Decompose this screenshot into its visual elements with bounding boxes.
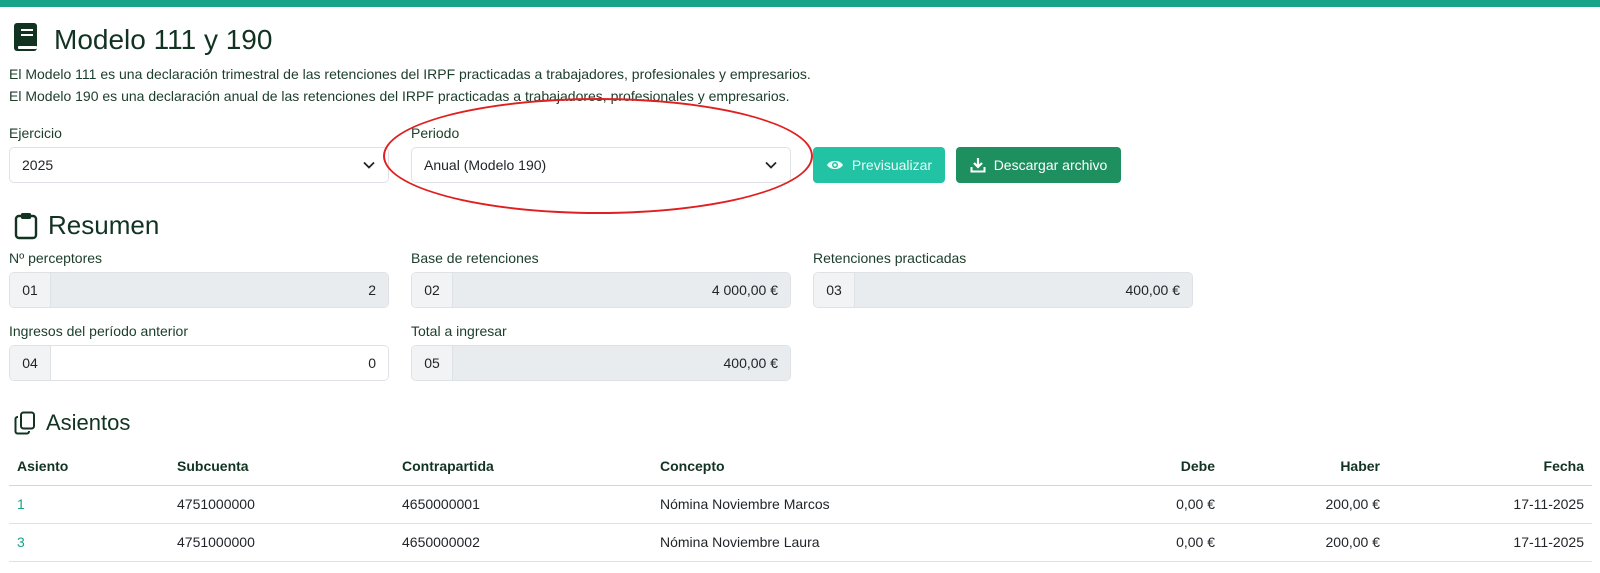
eye-icon [826, 160, 843, 170]
contrapartida-cell: 4650000002 [394, 523, 652, 562]
subcuenta-cell: 4751000000 [169, 485, 394, 524]
clipboard-icon [14, 212, 38, 239]
field-code: 01 [10, 273, 51, 307]
book-icon [12, 22, 40, 57]
copy-icon [14, 411, 35, 435]
asiento-link[interactable]: 3 [17, 534, 25, 550]
base-retenciones-value: 4 000,00 € [453, 273, 790, 307]
download-icon [970, 158, 986, 173]
column-concepto[interactable]: Concepto [652, 447, 982, 486]
field-code: 04 [10, 346, 51, 380]
asientos-table: Asiento Subcuenta Contrapartida Concepto… [9, 447, 1592, 562]
ingresos-periodo-anterior-value[interactable]: 0 [51, 346, 388, 380]
total-ingresar-value: 400,00 € [453, 346, 790, 380]
periodo-value: Anual (Modelo 190) [424, 157, 547, 173]
base-retenciones-label: Base de retenciones [411, 250, 539, 266]
chevron-down-icon [765, 161, 777, 169]
column-fecha[interactable]: Fecha [1388, 447, 1592, 486]
retenciones-practicadas-field: 03 400,00 € [813, 272, 1193, 308]
column-asiento[interactable]: Asiento [9, 447, 169, 486]
column-subcuenta[interactable]: Subcuenta [169, 447, 394, 486]
base-retenciones-field: 02 4 000,00 € [411, 272, 791, 308]
resumen-title: Resumen [48, 210, 160, 240]
subcuenta-cell: 4751000000 [169, 523, 394, 562]
perceptores-label: Nº perceptores [9, 250, 103, 266]
ejercicio-select[interactable]: 2025 [9, 147, 389, 183]
total-ingresar-label: Total a ingresar [411, 323, 507, 339]
ingresos-periodo-anterior-label: Ingresos del período anterior [9, 323, 188, 339]
description-modelo-190: El Modelo 190 es una declaración anual d… [9, 88, 790, 104]
ingresos-periodo-anterior-input[interactable]: 04 0 [9, 345, 389, 381]
concepto-cell: Nómina Noviembre Marcos [652, 485, 982, 524]
contrapartida-cell: 4650000001 [394, 485, 652, 524]
field-code: 05 [412, 346, 453, 380]
table-header-row: Asiento Subcuenta Contrapartida Concepto… [9, 447, 1592, 486]
fecha-cell: 17-11-2025 [1388, 523, 1592, 562]
perceptores-field: 01 2 [9, 272, 389, 308]
ejercicio-label: Ejercicio [9, 125, 62, 141]
column-debe[interactable]: Debe [982, 447, 1223, 486]
retenciones-practicadas-value: 400,00 € [855, 273, 1192, 307]
page-header: Modelo 111 y 190 [12, 22, 272, 57]
column-haber[interactable]: Haber [1223, 447, 1388, 486]
perceptores-value: 2 [51, 273, 388, 307]
ejercicio-value: 2025 [22, 157, 54, 173]
description-modelo-111: El Modelo 111 es una declaración trimest… [9, 66, 811, 82]
retenciones-practicadas-label: Retenciones practicadas [813, 250, 967, 266]
fecha-cell: 17-11-2025 [1388, 485, 1592, 524]
concepto-cell: Nómina Noviembre Laura [652, 523, 982, 562]
field-code: 02 [412, 273, 453, 307]
periodo-label: Periodo [411, 125, 460, 141]
asientos-section-header: Asientos [14, 410, 130, 436]
column-contrapartida[interactable]: Contrapartida [394, 447, 652, 486]
haber-cell: 200,00 € [1223, 485, 1388, 524]
debe-cell: 0,00 € [982, 485, 1223, 524]
periodo-select[interactable]: Anual (Modelo 190) [411, 147, 791, 183]
table-row: 1 4751000000 4650000001 Nómina Noviembre… [9, 485, 1592, 524]
debe-cell: 0,00 € [982, 523, 1223, 562]
chevron-down-icon [363, 161, 375, 169]
resumen-section-header: Resumen [14, 210, 159, 241]
download-button[interactable]: Descargar archivo [956, 147, 1121, 183]
haber-cell: 200,00 € [1223, 523, 1388, 562]
preview-button[interactable]: Previsualizar [813, 147, 945, 183]
top-accent-bar [0, 0, 1600, 7]
download-label: Descargar archivo [993, 157, 1108, 173]
asientos-title: Asientos [46, 410, 131, 435]
total-ingresar-field: 05 400,00 € [411, 345, 791, 381]
preview-label: Previsualizar [851, 157, 933, 173]
asiento-link[interactable]: 1 [17, 496, 25, 512]
page-title: Modelo 111 y 190 [54, 23, 273, 55]
field-code: 03 [814, 273, 855, 307]
table-row: 3 4751000000 4650000002 Nómina Noviembre… [9, 523, 1592, 562]
